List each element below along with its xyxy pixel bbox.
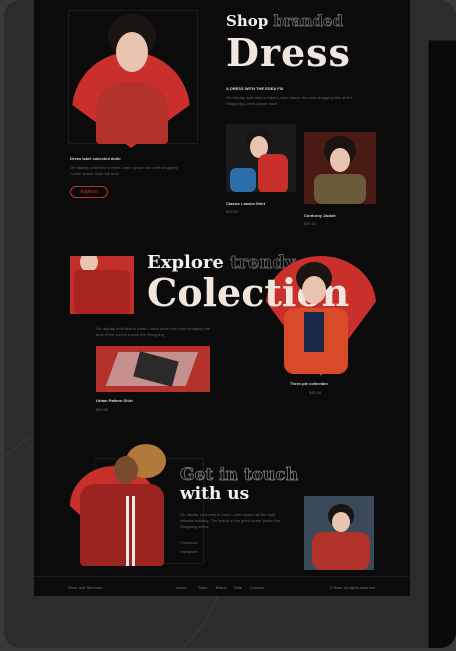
footer-left-text: Store and Services bbox=[68, 585, 102, 590]
contact-model bbox=[76, 444, 176, 566]
contact-heading: with us bbox=[180, 484, 250, 504]
site-footer: Store and Services About Store Brand Sal… bbox=[34, 576, 410, 596]
product-price: $45.00 bbox=[304, 221, 317, 226]
feature-title: Dress label collected dolhi bbox=[70, 156, 121, 161]
website-preview: Shop branded Dress A DRESS WITH THE EDEA… bbox=[34, 0, 410, 596]
contact-link-instagram[interactable]: Instagram bbox=[180, 549, 198, 555]
feature-description: On display until best in them Lorem Ipsu… bbox=[70, 165, 178, 176]
hero-model bbox=[92, 14, 172, 144]
collection-image-red-shirt[interactable] bbox=[70, 256, 134, 314]
hero-description: On display until best in them Lorem Ipsu… bbox=[226, 95, 353, 106]
product-price: $45.00 bbox=[226, 209, 239, 214]
footer-link-contact[interactable]: Contact bbox=[250, 585, 264, 590]
collection-item-name[interactable]: Urban Pattern Shirt bbox=[96, 398, 133, 404]
explore-button[interactable]: Explore bbox=[70, 186, 108, 198]
collection-description: On display until best in them Lorem Ipsu… bbox=[96, 326, 211, 337]
footer-link-brand[interactable]: Brand bbox=[216, 585, 227, 590]
footer-link-sale[interactable]: Sale bbox=[234, 585, 242, 590]
product-name[interactable]: Corduroy Jacket bbox=[304, 213, 336, 219]
product-name[interactable]: Classic Lassim Shirt bbox=[226, 201, 265, 207]
footer-copyright: © Bran all rights reserved bbox=[330, 585, 376, 590]
contact-description: On display until best in them Lorem Ipsu… bbox=[180, 512, 280, 529]
collection-item-price: $45.00 bbox=[309, 390, 322, 395]
footer-link-store[interactable]: Store bbox=[198, 585, 208, 590]
contact-heading-outline: Get in touch bbox=[180, 465, 299, 486]
hero-subtitle: A DRESS WITH THE EDEA FIX bbox=[226, 86, 284, 91]
contact-link-facebook[interactable]: Facebook bbox=[180, 540, 198, 546]
secondary-page-preview bbox=[428, 40, 456, 648]
footer-link-about[interactable]: About bbox=[176, 585, 186, 590]
contact-image bbox=[304, 496, 374, 570]
hero-shop-heading: Shop branded bbox=[226, 12, 344, 31]
product-image-jacket[interactable] bbox=[304, 132, 376, 204]
collection-image-pattern-shirt[interactable] bbox=[96, 346, 210, 392]
product-image-shirt[interactable] bbox=[226, 124, 296, 192]
mockup-card: Shop branded Dress A DRESS WITH THE EDEA… bbox=[4, 0, 456, 648]
collection-model[interactable] bbox=[266, 262, 362, 374]
hero-title: Dress bbox=[226, 30, 351, 75]
collection-item-name[interactable]: Three-pie collection bbox=[290, 381, 328, 387]
collection-item-price: $45.00 bbox=[96, 407, 109, 412]
